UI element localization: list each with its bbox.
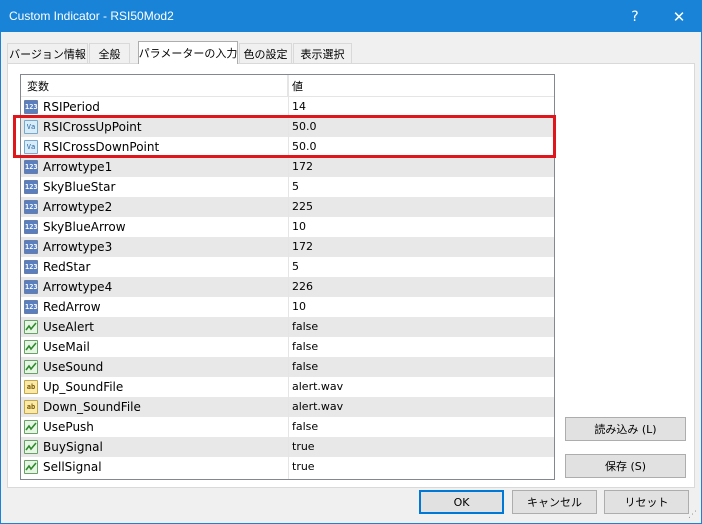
param-name: Arrowtype1 [43, 160, 113, 174]
bool-icon [24, 360, 38, 374]
param-name: RedStar [43, 260, 91, 274]
title-bar[interactable]: Custom Indicator - RSI50Mod2 ? ✕ [1, 1, 701, 32]
param-value[interactable]: 50.0 [292, 137, 317, 157]
param-name: BuySignal [43, 440, 103, 454]
param-name: RSICrossUpPoint [43, 120, 142, 134]
help-icon[interactable]: ? [613, 1, 657, 32]
int-icon: 123 [24, 160, 38, 174]
param-name: UseSound [43, 360, 104, 374]
load-button[interactable]: 読み込み (L) [565, 417, 686, 441]
double-icon: Va [24, 120, 38, 134]
param-name: Arrowtype3 [43, 240, 113, 254]
param-value[interactable]: alert.wav [292, 397, 343, 417]
param-value[interactable]: 5 [292, 257, 299, 277]
param-name: UseAlert [43, 320, 94, 334]
int-icon: 123 [24, 300, 38, 314]
resize-grip-icon[interactable]: ⋰ [685, 509, 697, 521]
int-icon: 123 [24, 260, 38, 274]
dialog-window: Custom Indicator - RSI50Mod2 ? ✕ バージョン情報… [0, 0, 702, 524]
param-value[interactable]: 225 [292, 197, 313, 217]
param-name: Arrowtype4 [43, 280, 113, 294]
param-value[interactable]: 226 [292, 277, 313, 297]
param-value[interactable]: false [292, 317, 318, 337]
param-value[interactable]: 14 [292, 97, 306, 117]
bool-icon [24, 440, 38, 454]
ok-button[interactable]: OK [419, 490, 504, 514]
int-icon: 123 [24, 240, 38, 254]
int-icon: 123 [24, 280, 38, 294]
param-name: SkyBlueStar [43, 180, 116, 194]
reset-button[interactable]: リセット [604, 490, 689, 514]
param-name: RSIPeriod [43, 100, 100, 114]
cancel-button[interactable]: キャンセル [512, 490, 597, 514]
param-name: SellSignal [43, 460, 102, 474]
param-value[interactable]: false [292, 337, 318, 357]
window-title: Custom Indicator - RSI50Mod2 [9, 9, 174, 23]
param-value[interactable]: 10 [292, 297, 306, 317]
bool-icon [24, 340, 38, 354]
param-name: RSICrossDownPoint [43, 140, 160, 154]
param-value[interactable]: alert.wav [292, 377, 343, 397]
bool-icon [24, 420, 38, 434]
param-name: SkyBlueArrow [43, 220, 126, 234]
int-icon: 123 [24, 100, 38, 114]
param-value[interactable]: 10 [292, 217, 306, 237]
tab-version-info[interactable]: バージョン情報 [7, 43, 88, 63]
column-header-variable[interactable]: 変数 [21, 75, 288, 97]
tab-visualization[interactable]: 表示選択 [293, 43, 352, 63]
param-name: UsePush [43, 420, 94, 434]
param-value[interactable]: true [292, 457, 315, 477]
param-name: Down_SoundFile [43, 400, 141, 414]
tab-colors[interactable]: 色の設定 [239, 43, 292, 63]
param-value[interactable]: true [292, 437, 315, 457]
param-name: Arrowtype2 [43, 200, 113, 214]
param-value[interactable]: false [292, 357, 318, 377]
param-name: Up_SoundFile [43, 380, 124, 394]
tab-general[interactable]: 全般 [89, 43, 130, 63]
param-value[interactable]: 172 [292, 157, 313, 177]
int-icon: 123 [24, 200, 38, 214]
string-icon: ab [24, 380, 38, 394]
string-icon: ab [24, 400, 38, 414]
int-icon: 123 [24, 220, 38, 234]
column-divider [288, 75, 289, 479]
tab-parameters[interactable]: パラメーターの入力 [138, 41, 238, 64]
save-button[interactable]: 保存 (S) [565, 454, 686, 478]
param-value[interactable]: 172 [292, 237, 313, 257]
parameters-grid[interactable]: 変数 値 123 RSIPeriod 14 Va RSICrossUpPoint 50.0… [20, 74, 555, 480]
column-header-value[interactable]: 値 [288, 75, 554, 97]
param-value[interactable]: 5 [292, 177, 299, 197]
param-value[interactable]: false [292, 417, 318, 437]
param-value[interactable]: 50.0 [292, 117, 317, 137]
bool-icon [24, 460, 38, 474]
param-name: UseMail [43, 340, 90, 354]
bool-icon [24, 320, 38, 334]
double-icon: Va [24, 140, 38, 154]
param-name: RedArrow [43, 300, 101, 314]
int-icon: 123 [24, 180, 38, 194]
close-icon[interactable]: ✕ [657, 1, 701, 32]
